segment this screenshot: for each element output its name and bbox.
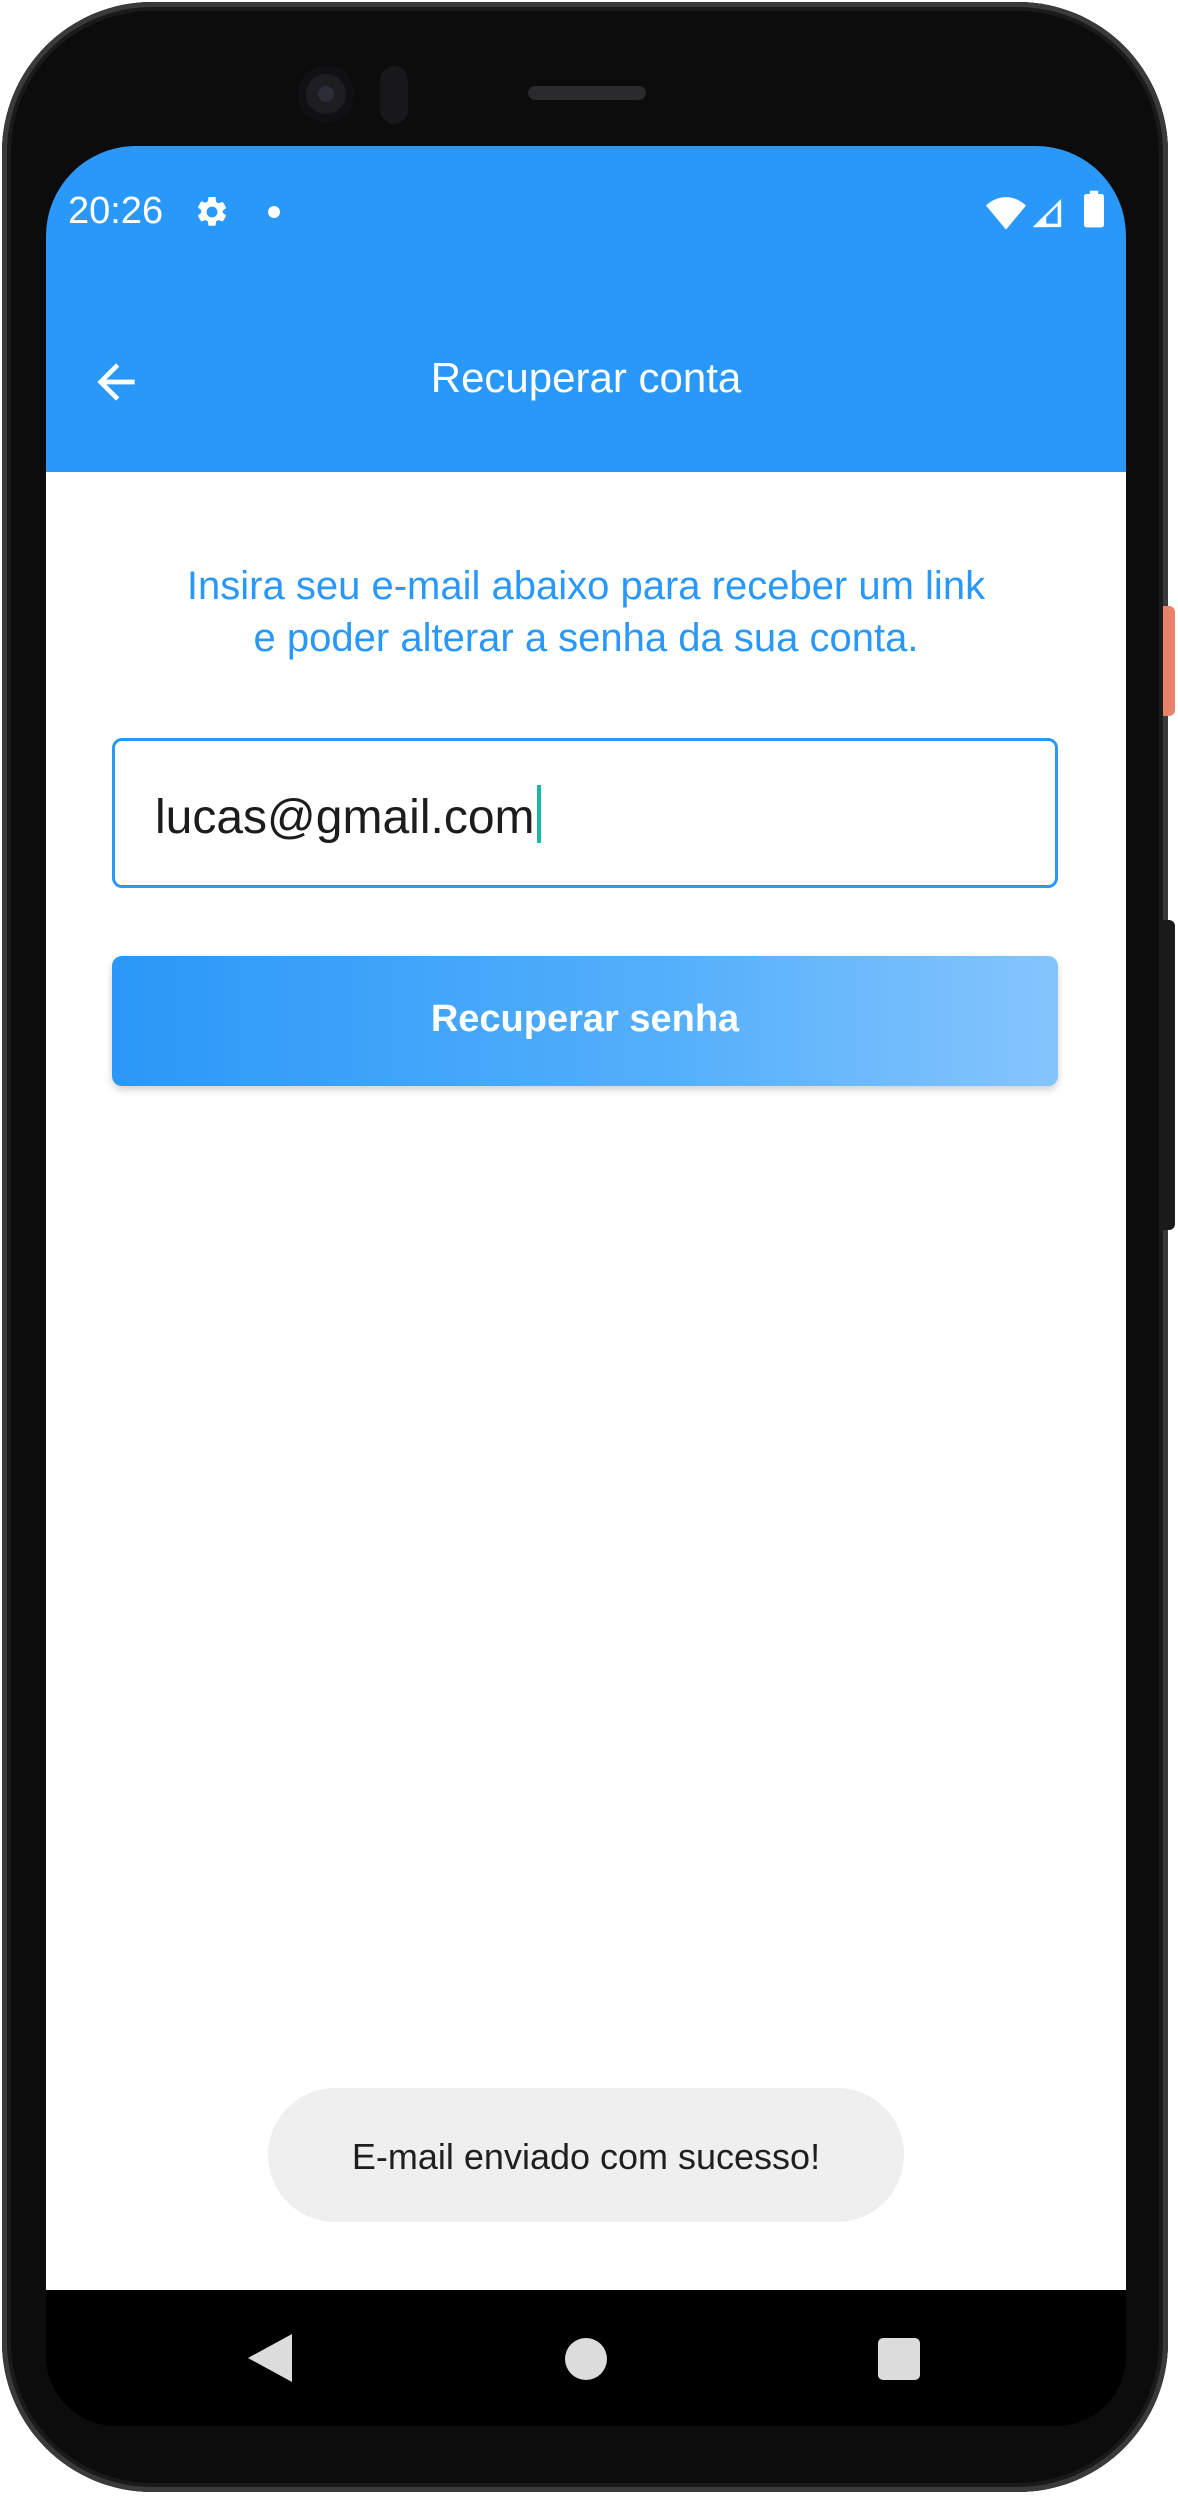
notification-dot-icon — [268, 206, 280, 218]
instructions-line-2: e poder alterar a senha da sua conta. — [253, 616, 919, 660]
screen: 20:26 Recuperar conta Insira seu e-mail … — [46, 146, 1126, 2426]
nav-home-icon[interactable] — [565, 2338, 607, 2380]
email-field[interactable]: lucas@gmail.com — [112, 738, 1058, 888]
power-button — [1163, 606, 1175, 716]
status-time: 20:26 — [68, 190, 164, 232]
battery-icon — [1084, 190, 1104, 228]
front-camera — [298, 66, 354, 122]
page-title: Recuperar conta — [430, 354, 742, 401]
volume-button — [1163, 920, 1175, 1230]
nav-back-icon[interactable] — [248, 2334, 292, 2382]
email-text: lucas@gmail.com — [155, 791, 535, 844]
instructions-line-1: Insira seu e-mail abaixo para receber um… — [186, 564, 986, 608]
status-bar: 20:26 — [46, 146, 1126, 288]
earpiece-speaker — [528, 86, 646, 100]
recover-password-button[interactable]: Recuperar senha — [112, 956, 1058, 1086]
wifi-icon — [986, 197, 1026, 230]
email-input-value[interactable]: lucas@gmail.com — [155, 785, 541, 845]
device: 20:26 Recuperar conta Insira seu e-mail … — [0, 0, 1178, 2498]
main-content: Insira seu e-mail abaixo para receber um… — [46, 472, 1126, 2290]
text-cursor — [536, 785, 541, 843]
app-bar: Recuperar conta — [46, 288, 1126, 472]
gear-icon — [197, 196, 227, 226]
signal-icon — [1032, 198, 1062, 228]
proximity-sensor — [380, 66, 408, 124]
system-nav-bar — [46, 2290, 1126, 2426]
toast-message: E-mail enviado com sucesso! — [351, 2136, 821, 2177]
nav-recents-icon[interactable] — [878, 2338, 920, 2380]
instructions-text: Insira seu e-mail abaixo para receber um… — [106, 560, 1066, 664]
toast: E-mail enviado com sucesso! — [268, 2088, 904, 2222]
recover-password-button-label: Recuperar senha — [430, 998, 740, 1040]
